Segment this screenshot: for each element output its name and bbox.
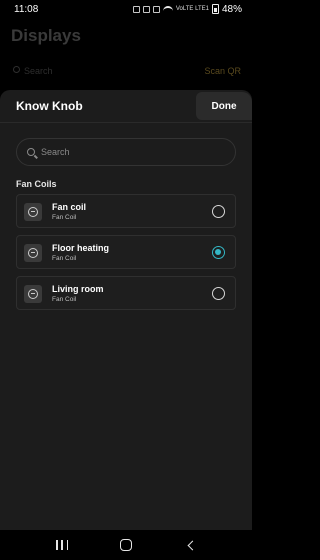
- section-label: Fan Coils: [16, 179, 57, 189]
- item-subtitle: Fan Coil: [52, 255, 77, 262]
- background-page: Displays Search Scan QR: [0, 18, 252, 90]
- background-scan-qr: Scan QR: [204, 66, 241, 76]
- battery-percent: 48%: [221, 3, 242, 15]
- search-input[interactable]: [41, 147, 221, 157]
- fan-coil-list: Fan coil Fan Coil Floor heating Fan Coil…: [16, 194, 236, 317]
- item-name: Fan coil: [52, 202, 87, 212]
- item-name: Living room: [52, 284, 104, 294]
- item-name: Floor heating: [52, 243, 109, 253]
- mute-icon: [152, 5, 160, 13]
- done-button[interactable]: Done: [196, 92, 252, 120]
- list-item[interactable]: Living room Fan Coil: [16, 276, 236, 310]
- battery-icon: [211, 4, 219, 14]
- status-bar: 11:08 VoLTE LTE1 48%: [0, 0, 252, 18]
- bottom-sheet: Know Knob Done Fan Coils Fan coil Fan Co…: [0, 90, 252, 530]
- back-icon[interactable]: [187, 540, 198, 550]
- radio-button[interactable]: [212, 205, 225, 218]
- header-divider: [0, 122, 252, 123]
- navigation-bar: [0, 530, 252, 560]
- radio-button-selected[interactable]: [212, 246, 225, 259]
- background-search-icon: [13, 66, 20, 73]
- radio-button[interactable]: [212, 287, 225, 300]
- fan-coil-icon: [24, 285, 42, 303]
- recent-apps-icon[interactable]: [56, 540, 69, 550]
- alarm-icon: [142, 5, 150, 13]
- status-time: 11:08: [14, 3, 39, 15]
- notification-icon: [132, 5, 140, 13]
- list-item[interactable]: Fan coil Fan Coil: [16, 194, 236, 228]
- wifi-icon: [162, 5, 173, 13]
- item-subtitle: Fan Coil: [52, 296, 77, 303]
- status-icons: VoLTE LTE1 48%: [132, 3, 242, 15]
- background-search: Search: [24, 66, 53, 76]
- network-label: VoLTE LTE1: [175, 6, 209, 12]
- search-icon: [27, 148, 35, 156]
- fan-coil-icon: [24, 244, 42, 262]
- home-icon[interactable]: [120, 539, 133, 551]
- fan-coil-icon: [24, 203, 42, 221]
- item-subtitle: Fan Coil: [52, 214, 77, 221]
- search-field[interactable]: [16, 138, 236, 166]
- sheet-title: Know Knob: [16, 99, 83, 113]
- sheet-header: Know Knob Done: [0, 90, 252, 122]
- list-item[interactable]: Floor heating Fan Coil: [16, 235, 236, 269]
- background-page-title: Displays: [11, 26, 81, 45]
